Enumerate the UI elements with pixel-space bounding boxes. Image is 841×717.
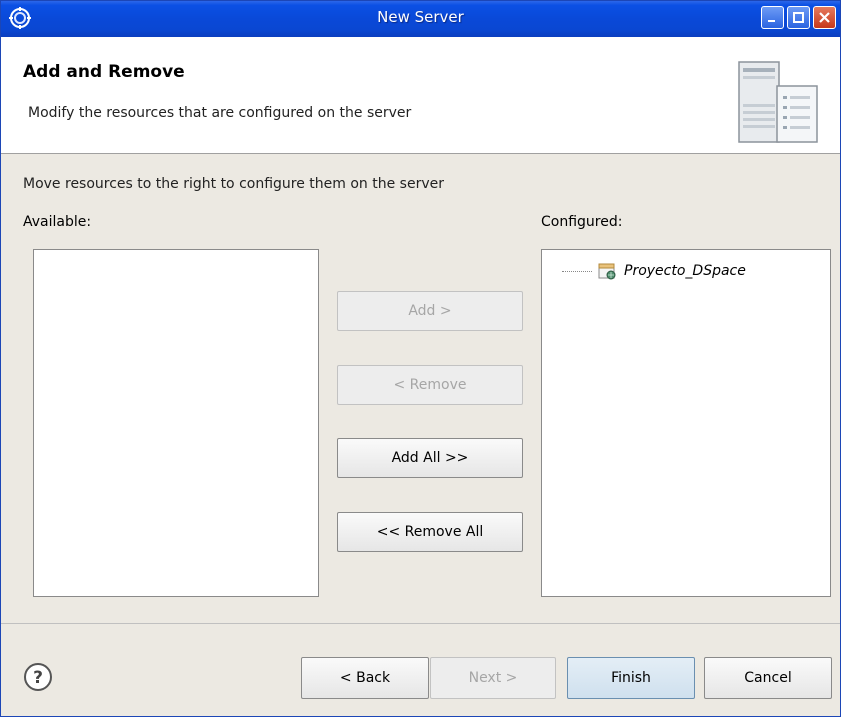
web-project-icon — [598, 263, 616, 280]
remove-all-button[interactable]: << Remove All — [337, 512, 523, 552]
minimize-icon — [768, 20, 775, 22]
tree-connector — [562, 270, 592, 272]
page-description: Modify the resources that are configured… — [28, 105, 412, 121]
minimize-button[interactable] — [761, 6, 784, 29]
title-bar[interactable]: New Server — [1, 1, 840, 37]
page-title: Add and Remove — [23, 62, 185, 82]
finish-button[interactable]: Finish — [567, 657, 695, 699]
cancel-button[interactable]: Cancel — [704, 657, 832, 699]
back-button[interactable]: < Back — [301, 657, 429, 699]
close-icon — [819, 12, 830, 23]
add-all-button[interactable]: Add All >> — [337, 438, 523, 478]
instruction-text: Move resources to the right to configure… — [23, 176, 444, 192]
help-icon[interactable]: ? — [23, 662, 53, 692]
available-label: Available: — [23, 214, 92, 230]
available-list[interactable] — [33, 249, 319, 597]
window-title: New Server — [377, 8, 464, 26]
footer-separator — [1, 623, 840, 624]
remove-button[interactable]: < Remove — [337, 365, 523, 405]
new-server-dialog: New Server Add and Remove Modify the res… — [0, 0, 841, 717]
close-button[interactable] — [813, 6, 836, 29]
add-button[interactable]: Add > — [337, 291, 523, 331]
project-label: Proyecto_DSpace — [624, 263, 746, 279]
next-button[interactable]: Next > — [430, 657, 556, 699]
configured-list[interactable]: Proyecto_DSpace — [541, 249, 831, 597]
server-icon — [738, 61, 818, 143]
tree-item-project[interactable]: Proyecto_DSpace — [562, 260, 746, 282]
configured-label: Configured: — [541, 214, 623, 230]
wizard-banner: Add and Remove Modify the resources that… — [1, 37, 840, 154]
svg-text:?: ? — [33, 668, 43, 688]
maximize-icon — [793, 12, 804, 23]
maximize-button[interactable] — [787, 6, 810, 29]
